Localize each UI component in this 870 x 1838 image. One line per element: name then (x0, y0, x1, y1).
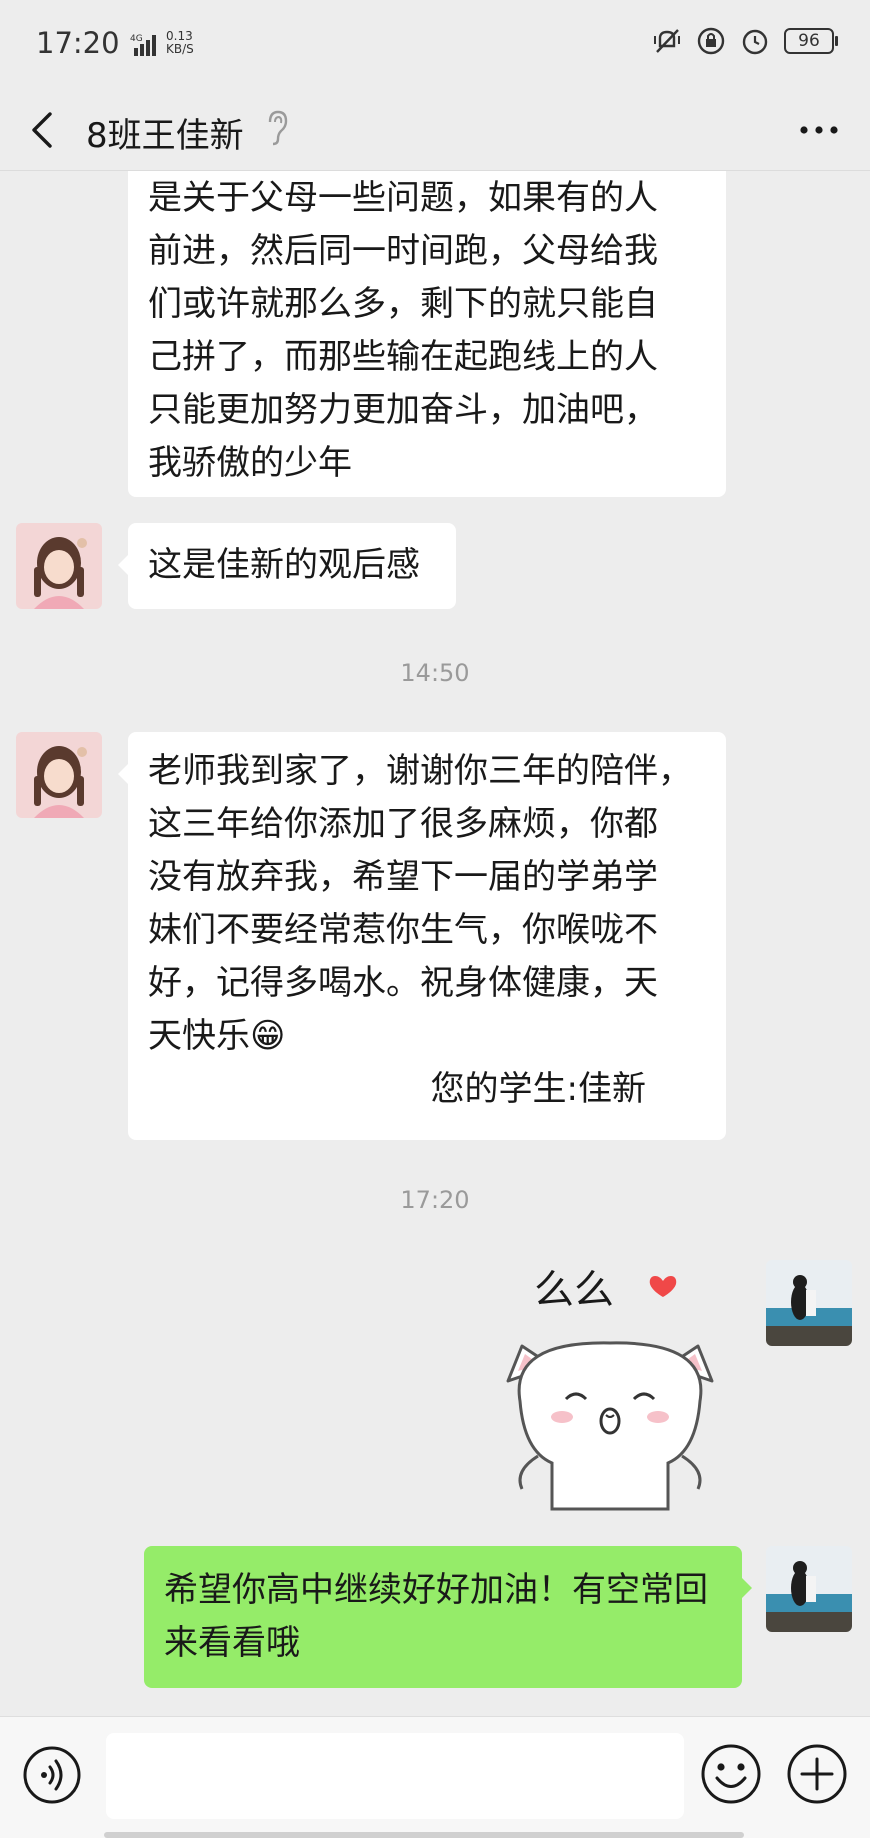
voice-icon[interactable] (22, 1745, 82, 1805)
bubble-arrow (742, 1578, 752, 1598)
alarm-icon (742, 29, 768, 55)
plus-icon[interactable] (786, 1743, 848, 1805)
message-line: 妹们不要经常惹你生气，你喉咙不 (148, 910, 658, 950)
message-bubble[interactable]: 老师我到家了，谢谢你三年的陪伴， 这三年给你添加了很多麻烦，你都 没有放弃我，希… (128, 732, 726, 1140)
message-input[interactable] (106, 1733, 684, 1819)
message-line: 我骄傲的少年 (148, 443, 352, 483)
grin-emoji-icon: 😁 (250, 1016, 286, 1056)
message-signature: 您的学生:佳新 (430, 1069, 646, 1109)
message-line: 前进，然后同一时间跑，父母给我 (148, 231, 658, 271)
message-line: 只能更加努力更加奋斗，加油吧， (148, 390, 658, 430)
network-speed-unit: KB/S (166, 42, 194, 56)
message-line: 好，记得多喝水。祝身体健康，天 (148, 963, 658, 1003)
gesture-bar (104, 1832, 744, 1838)
chat-message-list[interactable]: 是关于父母一些问题，如果有的人 前进，然后同一时间跑，父母给我 们或许就那么多，… (0, 171, 870, 1716)
network-speed: 0.13 KB/S (166, 30, 194, 56)
input-bar (0, 1716, 870, 1838)
message-line: 们或许就那么多，剩下的就只能自 (148, 284, 658, 324)
mute-icon (654, 29, 680, 53)
chat-header: 8班王佳新 (0, 90, 870, 171)
more-icon[interactable] (796, 112, 842, 148)
network-type: 4G (130, 34, 143, 44)
sticker-text: 么么 (534, 1267, 614, 1313)
signal-icon: 4G (130, 34, 156, 56)
message-line: 希望你高中继续好好加油！有空常回 (164, 1570, 708, 1610)
message-line-text: 天快乐 (148, 1016, 250, 1056)
message-line: 是关于父母一些问题，如果有的人 (148, 178, 658, 218)
battery-icon: 96 (784, 28, 838, 54)
avatar-contact[interactable] (16, 732, 102, 818)
status-bar: 17:20 4G 0.13 KB/S 96 (0, 0, 870, 90)
bubble-arrow (118, 555, 128, 575)
message-bubble[interactable]: 这是佳新的观后感 (128, 523, 456, 609)
message-bubble[interactable]: 是关于父母一些问题，如果有的人 前进，然后同一时间跑，父母给我 们或许就那么多，… (128, 171, 726, 497)
message-line: 没有放弃我，希望下一届的学弟学 (148, 857, 658, 897)
lock-rotation-icon (697, 27, 725, 55)
message-bubble-self[interactable]: 希望你高中继续好好加油！有空常回 来看看哦 (144, 1546, 742, 1688)
timestamp: 14:50 (400, 659, 470, 687)
chevron-left-icon[interactable] (22, 102, 62, 158)
avatar-self[interactable] (766, 1260, 852, 1346)
timestamp: 17:20 (400, 1186, 470, 1214)
sticker-message[interactable]: 么么 (490, 1251, 730, 1521)
avatar-contact[interactable] (16, 523, 102, 609)
message-text: 这是佳新的观后感 (148, 545, 420, 585)
kiss-sticker-icon: 么么 (506, 1267, 714, 1511)
status-time: 17:20 (36, 26, 120, 60)
ear-icon (268, 110, 288, 146)
message-line: 己拼了，而那些输在起跑线上的人 (148, 337, 658, 377)
message-line: 这三年给你添加了很多麻烦，你都 (148, 804, 658, 844)
message-line: 来看看哦 (164, 1623, 300, 1663)
avatar-self[interactable] (766, 1546, 852, 1632)
bubble-arrow (118, 764, 128, 784)
emoji-icon[interactable] (700, 1743, 762, 1805)
chat-title[interactable]: 8班王佳新 (86, 108, 244, 157)
message-line: 天快乐😁 (148, 1010, 706, 1063)
message-line: 老师我到家了，谢谢你三年的陪伴， (148, 751, 692, 791)
